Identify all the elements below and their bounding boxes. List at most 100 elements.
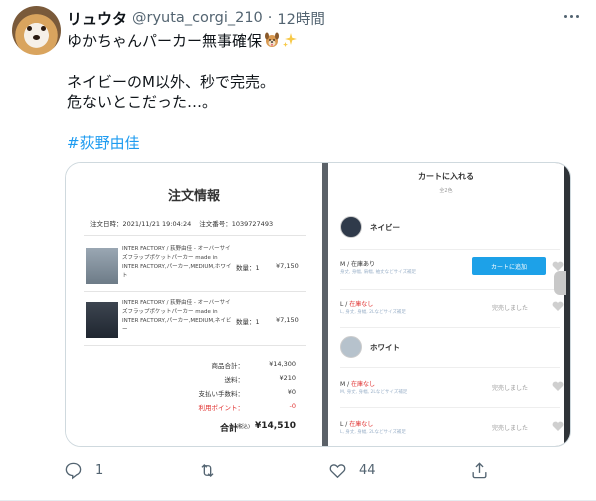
item-quantity: 数量：1 bbox=[236, 318, 260, 326]
tweet-text-line-1: ゆかちゃんパーカー無事確保 bbox=[67, 31, 298, 51]
item-description: INTER FACTORY / 荻野由佳 - オーバーサイズフラップポケットパー… bbox=[122, 246, 232, 279]
divider bbox=[340, 367, 560, 368]
size-stock: M / 在庫なし bbox=[340, 381, 376, 388]
tweet-text-line-3: 危ないとこだった…。 bbox=[67, 93, 218, 111]
divider bbox=[84, 291, 306, 292]
color-header-white: ホワイト bbox=[340, 335, 400, 359]
product-thumbnail bbox=[86, 302, 118, 338]
user-handle[interactable]: @ryuta_corgi_210 bbox=[132, 10, 263, 26]
order-total: 合計 (税込) ¥14,510 bbox=[166, 421, 306, 435]
item-price: ¥7,150 bbox=[276, 262, 299, 270]
product-thumbnail bbox=[86, 248, 118, 284]
stock-status: 在庫なし bbox=[349, 301, 374, 308]
item-description: INTER FACTORY / 荻野由佳 - オーバーサイズフラップポケットパー… bbox=[122, 300, 232, 333]
cart-sheet: カートに入れる 全2色 ネイビー M / 在庫あり 身丈, 身幅, 肩幅, 袖丈… bbox=[328, 163, 564, 446]
divider bbox=[340, 289, 560, 290]
summary-value: ¥0 bbox=[287, 388, 296, 396]
color-swatch bbox=[340, 336, 362, 358]
divider bbox=[84, 235, 306, 236]
side-strip bbox=[564, 163, 570, 446]
tweet-line-1-text: ゆかちゃんパーカー無事確保 bbox=[67, 32, 263, 50]
timestamp[interactable]: 12時間 bbox=[277, 8, 324, 29]
cart-title: カートに入れる bbox=[418, 172, 474, 181]
size-note: L, 身丈, 身幅, 2Lなどサイズ補足 bbox=[340, 310, 406, 315]
like-heart-icon bbox=[329, 463, 346, 478]
item-quantity: 数量：1 bbox=[236, 264, 260, 272]
tweet: リュウタ @ryuta_corgi_210 · 12時間 ゆかちゃんパーカー無事… bbox=[0, 0, 596, 501]
summary-row-points: 利用ポイント： -0 bbox=[166, 402, 306, 414]
heart-icon[interactable] bbox=[552, 301, 564, 311]
order-title: 注文情報 bbox=[167, 189, 220, 204]
avatar-nose bbox=[33, 35, 40, 40]
more-options-icon[interactable] bbox=[560, 8, 582, 24]
item-price: ¥7,150 bbox=[276, 316, 299, 324]
summary-value: -0 bbox=[289, 402, 296, 410]
size-row: L / 在庫なし L, 身丈, 身幅, 2Lなどサイズ補足 完売しました bbox=[340, 417, 564, 446]
hashtag-link[interactable]: #荻野由佳 bbox=[67, 132, 140, 153]
summary-label: 支払い手数料： bbox=[198, 390, 245, 398]
size-stock: M / 在庫あり bbox=[340, 261, 376, 268]
size-stock: L / 在庫なし bbox=[340, 421, 374, 428]
share-action[interactable] bbox=[470, 460, 489, 480]
order-item: INTER FACTORY / 荻野由佳 - オーバーサイズフラップポケットパー… bbox=[86, 245, 306, 295]
heart-icon[interactable] bbox=[552, 381, 564, 391]
size-label: L bbox=[340, 301, 344, 308]
tweet-actions: 1 44 bbox=[64, 460, 534, 480]
divider bbox=[340, 327, 560, 328]
like-action[interactable]: 44 bbox=[328, 460, 376, 480]
order-date: 注文日時：2021/11/21 19:04:24 bbox=[90, 220, 192, 228]
chevron-handle-icon[interactable] bbox=[554, 271, 566, 295]
order-item: INTER FACTORY / 荻野由佳 - オーバーサイズフラップポケットパー… bbox=[86, 299, 306, 349]
add-to-cart-label: カートに追加 bbox=[490, 263, 527, 271]
reply-action[interactable]: 1 bbox=[64, 460, 103, 480]
divider bbox=[84, 345, 306, 346]
heart-icon[interactable] bbox=[552, 261, 564, 271]
color-name: ネイビー bbox=[370, 222, 400, 232]
total-tax-note: (税込) bbox=[236, 424, 250, 430]
size-note: 身丈, 身幅, 肩幅, 袖丈などサイズ補足 bbox=[340, 270, 416, 275]
order-meta: 注文日時：2021/11/21 19:04:24 注文番号：1039727493 bbox=[90, 218, 273, 228]
sold-out-label: 完売しました bbox=[492, 385, 529, 392]
color-name: ホワイト bbox=[370, 342, 400, 352]
cart-subtitle: 全2色 bbox=[439, 188, 453, 194]
like-count: 44 bbox=[359, 462, 376, 478]
divider bbox=[340, 249, 560, 250]
summary-row: 送料： ¥210 bbox=[166, 374, 306, 386]
sold-out-label: 完売しました bbox=[492, 425, 529, 432]
summary-row: 支払い手数料： ¥0 bbox=[166, 388, 306, 400]
cart-screenshot[interactable]: カートに入れる 全2色 ネイビー M / 在庫あり 身丈, 身幅, 肩幅, 袖丈… bbox=[322, 163, 570, 446]
summary-label: 商品合計： bbox=[211, 362, 245, 370]
tweet-media[interactable]: 注文情報 注文日時：2021/11/21 19:04:24 注文番号：103972… bbox=[65, 162, 571, 447]
total-value: ¥14,510 bbox=[255, 421, 296, 431]
summary-label: 利用ポイント： bbox=[198, 404, 245, 412]
share-icon bbox=[472, 461, 487, 478]
tweet-header: リュウタ @ryuta_corgi_210 · 12時間 bbox=[67, 8, 325, 28]
size-note: M, 身丈, 身幅, 2Lなどサイズ補足 bbox=[340, 390, 408, 395]
stock-status: 在庫なし bbox=[349, 421, 374, 428]
separator-dot: · bbox=[267, 10, 273, 26]
size-row: M / 在庫あり 身丈, 身幅, 肩幅, 袖丈などサイズ補足 カートに追加 bbox=[340, 257, 564, 289]
avatar[interactable] bbox=[12, 6, 61, 55]
dog-face-icon bbox=[265, 32, 280, 47]
display-name[interactable]: リュウタ bbox=[67, 8, 127, 29]
size-label: M bbox=[340, 381, 346, 388]
size-label: L bbox=[340, 421, 344, 428]
reply-icon bbox=[65, 462, 82, 479]
order-number: 注文番号：1039727493 bbox=[199, 220, 274, 228]
retweet-action[interactable] bbox=[198, 460, 229, 480]
reply-count: 1 bbox=[95, 462, 104, 478]
order-screenshot[interactable]: 注文情報 注文日時：2021/11/21 19:04:24 注文番号：103972… bbox=[66, 163, 322, 446]
avatar-eye-left bbox=[27, 26, 32, 31]
color-header-navy: ネイビー bbox=[340, 215, 400, 239]
size-note: L, 身丈, 身幅, 2Lなどサイズ補足 bbox=[340, 430, 406, 435]
color-swatch bbox=[340, 216, 362, 238]
summary-value: ¥14,300 bbox=[269, 360, 296, 368]
sold-out-label: 完売しました bbox=[492, 305, 529, 312]
divider bbox=[340, 407, 560, 408]
size-row: M / 在庫なし M, 身丈, 身幅, 2Lなどサイズ補足 完売しました bbox=[340, 377, 564, 409]
summary-label: 送料： bbox=[224, 376, 245, 384]
add-to-cart-button[interactable]: カートに追加 bbox=[472, 257, 546, 275]
avatar-eye-right bbox=[41, 26, 46, 31]
heart-icon[interactable] bbox=[552, 421, 564, 431]
summary-row: 商品合計： ¥14,300 bbox=[166, 360, 306, 372]
